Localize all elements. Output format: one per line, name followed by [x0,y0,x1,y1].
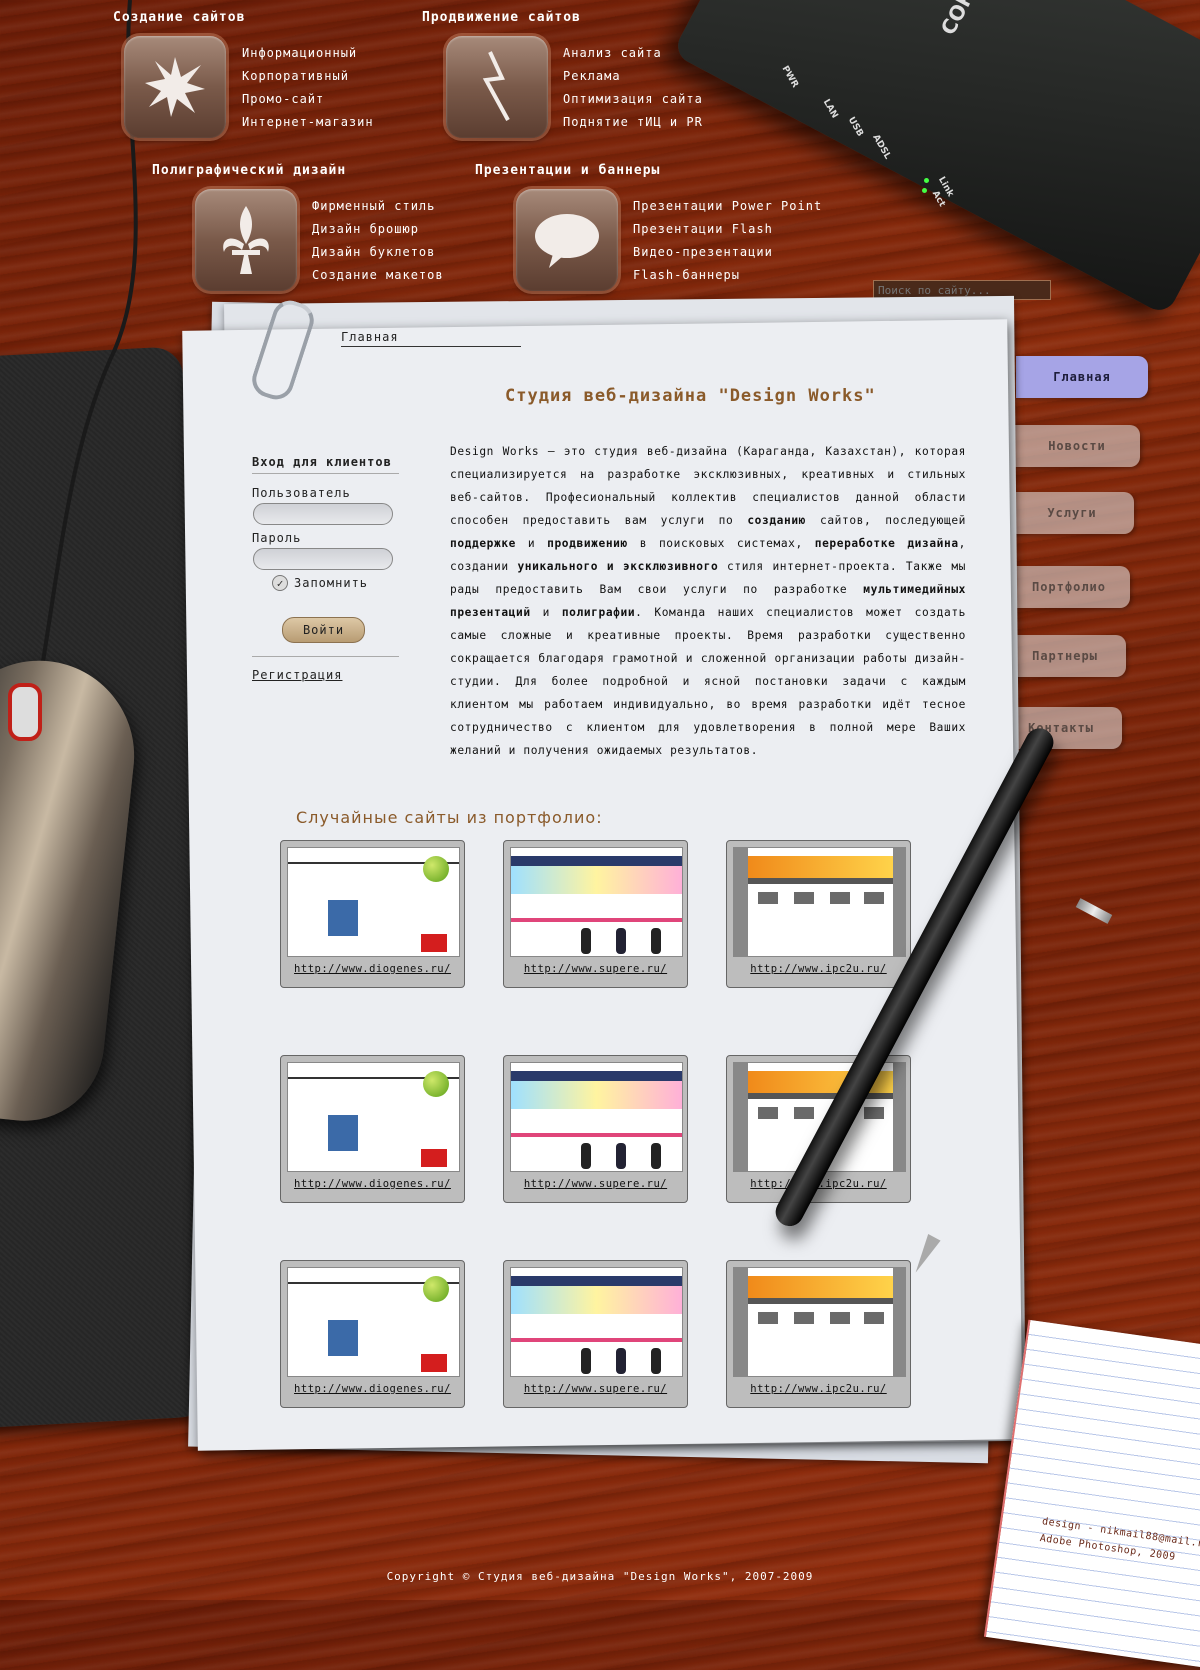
services-presentations-title: Презентации и баннеры [475,163,661,178]
service-link[interactable]: Создание макетов [312,268,444,291]
tab-services[interactable]: Услуги [1010,492,1134,534]
password-label: Пароль [252,531,302,545]
portfolio-card[interactable]: http://www.diogenes.ru/ [280,1055,465,1203]
portfolio-link[interactable]: http://www.supere.ru/ [510,1178,681,1190]
speech-bubble-icon[interactable] [516,189,618,291]
service-link[interactable]: Промо-сайт [242,92,374,115]
service-link[interactable]: Корпоративный [242,69,374,92]
portfolio-card[interactable]: http://www.diogenes.ru/ [280,1260,465,1408]
portfolio-thumbnail[interactable] [510,847,683,957]
portfolio-card[interactable]: http://www.ipc2u.ru/ [726,840,911,988]
portfolio-link[interactable]: http://www.supere.ru/ [510,963,681,975]
remember-label: Запомнить [294,576,369,590]
tab-partners[interactable]: Партнеры [1004,635,1126,677]
portfolio-link[interactable]: http://www.diogenes.ru/ [287,1178,458,1190]
service-link[interactable]: Оптимизация сайта [563,92,703,115]
portfolio-link[interactable]: http://www.supere.ru/ [510,1383,681,1395]
copyright: Copyright © Студия веб-дизайна "Design W… [386,1570,814,1583]
service-link[interactable]: Презентации Power Point [633,199,822,222]
portfolio-card[interactable]: http://www.ipc2u.ru/ [726,1260,911,1408]
intro-emphasis: поддержке [450,537,517,550]
portfolio-thumbnail[interactable] [510,1062,683,1172]
service-link[interactable]: Информационный [242,46,374,69]
burst-icon[interactable] [124,36,226,138]
tab-news[interactable]: Новости [1014,425,1140,467]
portfolio-thumbnail[interactable] [287,847,460,957]
login-button[interactable]: Войти [282,617,365,643]
service-link[interactable]: Реклама [563,69,703,92]
portfolio-link[interactable]: http://www.ipc2u.ru/ [733,1383,904,1395]
breadcrumb[interactable]: Главная [341,330,521,347]
service-link[interactable]: Презентации Flash [633,222,822,245]
services-promotion-title: Продвижение сайтов [422,10,581,25]
service-link[interactable]: Фирменный стиль [312,199,444,222]
service-link[interactable]: Flash-баннеры [633,268,822,291]
service-link[interactable]: Дизайн брошюр [312,222,444,245]
portfolio-link[interactable]: http://www.diogenes.ru/ [287,963,458,975]
portfolio-card[interactable]: http://www.diogenes.ru/ [280,840,465,988]
portfolio-thumbnail[interactable] [510,1267,683,1377]
username-label: Пользователь [252,486,351,500]
fleur-de-lis-icon[interactable] [195,189,297,291]
services-sites-list: Информационный Корпоративный Промо-сайт … [242,46,374,138]
intro-emphasis: уникального и эксклюзивного [517,560,719,573]
services-presentations-list: Презентации Power Point Презентации Flas… [633,199,822,291]
portfolio-thumbnail[interactable] [733,847,906,957]
password-field[interactable] [253,548,393,570]
portfolio-thumbnail[interactable] [287,1267,460,1377]
username-field[interactable] [253,503,393,525]
service-link[interactable]: Видео-презентации [633,245,822,268]
service-link[interactable]: Дизайн буклетов [312,245,444,268]
tab-portfolio[interactable]: Портфолио [1008,566,1130,608]
services-promotion-list: Анализ сайта Реклама Оптимизация сайта П… [563,46,703,138]
intro-text: . Команда наших специалистов может созда… [450,606,966,757]
intro-text: и [516,537,548,550]
portfolio-thumbnail[interactable] [287,1062,460,1172]
register-link[interactable]: Регистрация [252,668,342,682]
portfolio-title: Случайные сайты из портфолио: [296,808,603,827]
intro-text: и [530,606,562,619]
intro-emphasis: переработке дизайна [814,537,959,550]
service-link[interactable]: Поднятие тИЦ и PR [563,115,703,138]
portfolio-card[interactable]: http://www.supere.ru/ [503,1260,688,1408]
login-title: Вход для клиентов [252,455,399,474]
led-icon [922,188,927,193]
remember-checkbox[interactable]: ✓ [272,575,288,591]
divider [252,656,399,657]
intro-emphasis: продвижению [547,537,628,550]
service-link[interactable]: Анализ сайта [563,46,703,69]
mouse-wheel-icon [8,683,42,741]
services-print-title: Полиграфический дизайн [152,163,347,178]
pen-ring [1075,898,1113,924]
lightning-icon[interactable] [446,36,548,138]
led-icon [924,178,929,183]
intro-text: в поисковых системах, [627,537,815,550]
portfolio-link[interactable]: http://www.diogenes.ru/ [287,1383,458,1395]
services-print-list: Фирменный стиль Дизайн брошюр Дизайн бук… [312,199,444,291]
portfolio-card[interactable]: http://www.supere.ru/ [503,1055,688,1203]
tab-home[interactable]: Главная [1016,356,1148,398]
page-title: Студия веб-дизайна "Design Works" [505,386,876,406]
intro-emphasis: полиграфии [561,606,636,619]
remember-row: ✓ Запомнить [272,575,368,591]
portfolio-card[interactable]: http://www.supere.ru/ [503,840,688,988]
intro-text: сайтов, последующей [806,514,966,527]
portfolio-link[interactable]: http://www.ipc2u.ru/ [733,963,904,975]
service-link[interactable]: Интернет-магазин [242,115,374,138]
portfolio-thumbnail[interactable] [733,1267,906,1377]
intro-paragraph: Design Works – это студия веб-дизайна (К… [450,440,966,762]
services-sites-title: Создание сайтов [113,10,246,25]
intro-emphasis: созданию [747,514,806,527]
